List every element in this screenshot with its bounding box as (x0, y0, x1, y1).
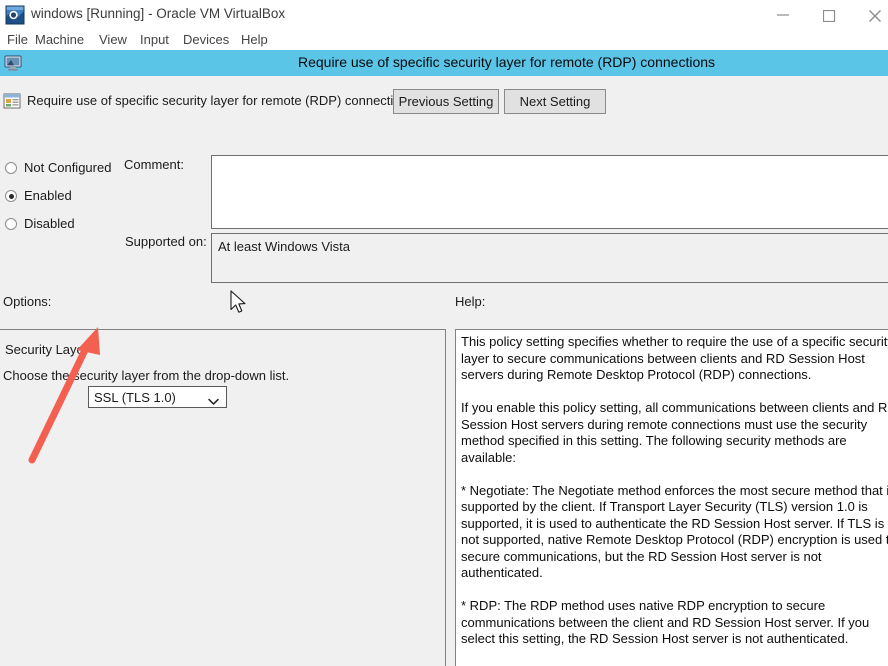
options-panel: Security Layer SSL (TLS 1.0) Choose the … (0, 329, 446, 666)
previous-setting-button[interactable]: Previous Setting (393, 89, 499, 114)
help-section-label: Help: (455, 294, 486, 309)
menu-file[interactable]: File (5, 32, 30, 47)
radio-disabled-label: Disabled (24, 216, 75, 231)
options-hint-text: Choose the security layer from the drop-… (3, 368, 290, 383)
vbox-titlebar: windows [Running] - Oracle VM VirtualBox (0, 0, 888, 30)
supported-on-field: At least Windows Vista (211, 233, 888, 283)
menu-help[interactable]: Help (239, 32, 270, 47)
options-section-label: Options: (3, 294, 52, 309)
close-button[interactable] (854, 0, 888, 30)
maximize-button[interactable] (808, 0, 854, 30)
minimize-button[interactable] (762, 0, 808, 30)
supported-on-value: At least Windows Vista (218, 239, 350, 254)
menu-view[interactable]: View (97, 32, 129, 47)
security-layer-label: Security Layer (5, 342, 89, 357)
policy-title: Require use of specific security layer f… (27, 93, 415, 108)
radio-enabled-label: Enabled (24, 188, 72, 203)
security-layer-dropdown[interactable]: SSL (TLS 1.0) (88, 386, 227, 408)
help-panel[interactable]: This policy setting specifies whether to… (455, 329, 888, 666)
chevron-down-icon (208, 394, 219, 409)
comment-label: Comment: (124, 157, 184, 172)
security-layer-dropdown-value: SSL (TLS 1.0) (94, 390, 176, 405)
radio-enabled-mark (5, 190, 17, 202)
group-policy-setting-dialog: Require use of specific security layer f… (0, 50, 888, 666)
comment-input[interactable] (211, 155, 888, 229)
dialog-body: Require use of specific security layer f… (0, 76, 888, 666)
help-text: This policy setting specifies whether to… (461, 334, 888, 666)
radio-not-configured-label: Not Configured (24, 160, 112, 175)
virtualbox-icon (5, 5, 25, 25)
menu-devices[interactable]: Devices (181, 32, 231, 47)
radio-not-configured-mark (5, 162, 17, 174)
menu-machine[interactable]: Machine (33, 32, 86, 47)
next-setting-button[interactable]: Next Setting (504, 89, 606, 114)
menu-input[interactable]: Input (138, 32, 171, 47)
dialog-title-text: Require use of specific security layer f… (297, 54, 716, 70)
vbox-menubar: File Machine View Input Devices Help (0, 30, 888, 50)
vbox-window-title: windows [Running] - Oracle VM VirtualBox (31, 6, 286, 21)
dialog-title-banner: Require use of specific security layer f… (0, 50, 888, 76)
supported-on-label: Supported on: (125, 234, 207, 249)
policy-setting-icon (3, 92, 21, 110)
radio-disabled-mark (5, 218, 17, 230)
